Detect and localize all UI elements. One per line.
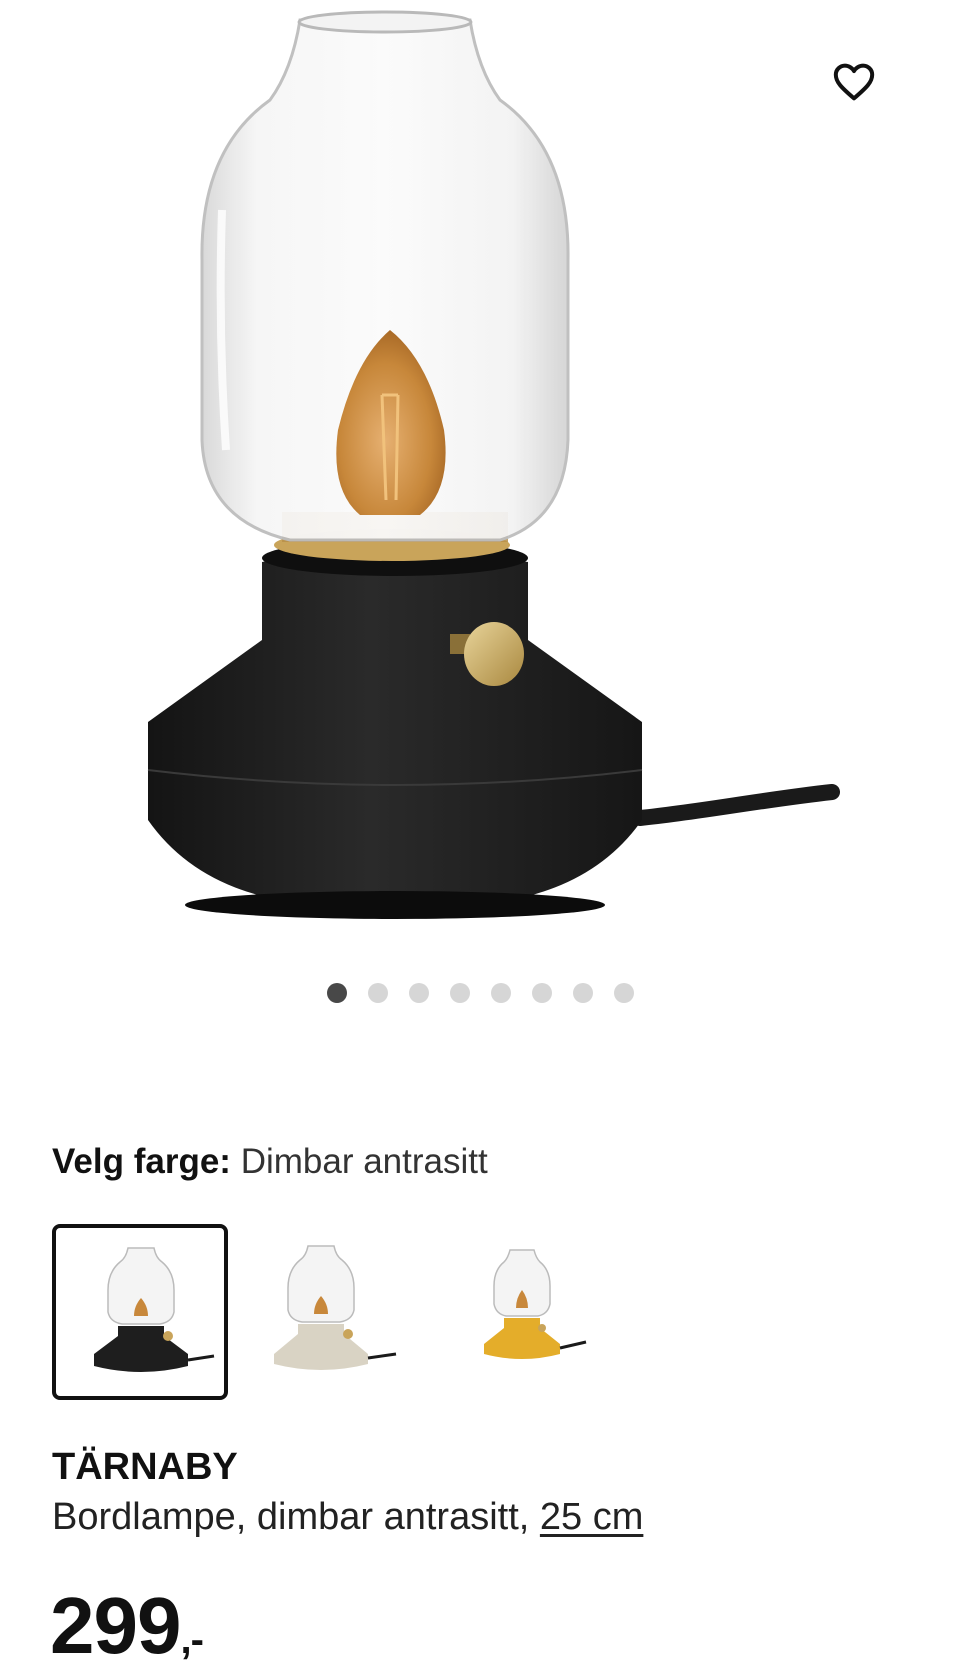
gallery-dot[interactable] [408, 983, 429, 1003]
product-name: TÄRNABY [52, 1446, 238, 1488]
product-image [147, 10, 840, 919]
color-swatches [52, 1224, 712, 1400]
price-main: 299 [50, 1581, 181, 1670]
gallery-dot[interactable] [449, 983, 470, 1003]
lamp-thumbnail [274, 1245, 397, 1370]
heart-icon [833, 63, 875, 101]
gallery-dot[interactable] [613, 983, 634, 1003]
product-description-text: Bordlampe, dimbar antrasitt, [52, 1496, 540, 1538]
favorite-button[interactable] [832, 62, 888, 118]
price: 299,- [50, 1580, 204, 1672]
lamp-thumbnail [484, 1249, 587, 1359]
lamp-thumbnail [94, 1247, 215, 1372]
product-description: Bordlampe, dimbar antrasitt, 25 cm [52, 1496, 643, 1539]
color-swatch-antrasitt[interactable] [52, 1224, 228, 1400]
color-label: Velg farge: [52, 1142, 231, 1181]
color-selector-label: Velg farge: Dimbar antrasitt [52, 1142, 488, 1182]
gallery-dot[interactable] [367, 983, 388, 1003]
gallery-dot[interactable] [490, 983, 511, 1003]
gallery-pagination [0, 983, 960, 1003]
gallery-dot[interactable] [572, 983, 593, 1003]
gallery-dot[interactable] [531, 983, 552, 1003]
gallery-dot[interactable] [326, 983, 347, 1003]
size-link[interactable]: 25 cm [540, 1496, 643, 1538]
selected-color-value: Dimbar antrasitt [240, 1142, 488, 1181]
color-swatch-beige[interactable] [232, 1224, 408, 1400]
product-image-gallery[interactable] [0, 0, 960, 960]
color-swatch-yellow[interactable] [436, 1224, 612, 1400]
price-suffix: ,- [180, 1618, 203, 1662]
